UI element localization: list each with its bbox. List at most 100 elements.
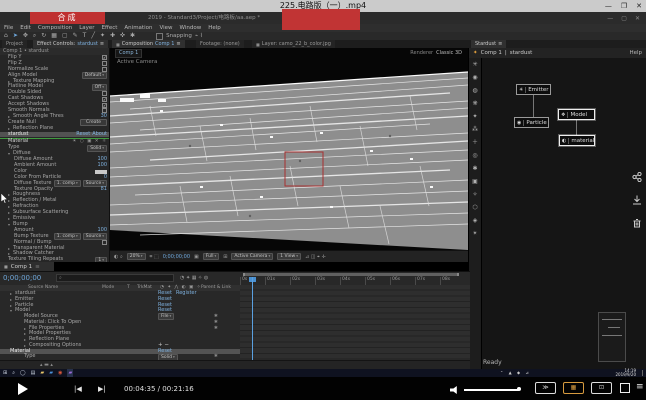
tool-icon[interactable]: ⌕	[33, 32, 36, 40]
composition-viewport[interactable]: Comp 1 RendererClassic 3D Active Camera	[110, 48, 468, 262]
snapping-checkbox[interactable]	[156, 33, 163, 40]
stardust-tool-icon[interactable]: ◈	[473, 218, 478, 224]
tool-icon[interactable]: ↻	[41, 32, 46, 40]
download-icon[interactable]	[632, 195, 642, 205]
timeline-zoom-controls[interactable]: ▴ ▬ ▴	[0, 360, 470, 369]
stardust-tool-icon[interactable]: ✦	[472, 114, 477, 120]
play-button[interactable]	[18, 383, 28, 395]
player-option-button-3[interactable]: ⊡	[591, 382, 612, 394]
stardust-tool-icon[interactable]: ▣	[472, 179, 478, 185]
current-timecode[interactable]: 0;00;00;00	[3, 274, 41, 282]
tool-icon[interactable]: ╱	[91, 32, 95, 40]
playlist-button[interactable]: ≡	[636, 382, 644, 392]
node-model[interactable]: ❖ Model	[558, 109, 595, 120]
property-checkbox[interactable]	[102, 61, 107, 66]
current-time-indicator[interactable]	[252, 277, 253, 360]
player-option-button-1[interactable]: ≫	[535, 382, 556, 394]
player-option-button-2[interactable]: ▦	[563, 382, 584, 394]
about-link[interactable]: About	[92, 132, 107, 138]
taskbar-app-icon[interactable]: ▰	[40, 369, 44, 377]
trash-icon[interactable]	[632, 218, 642, 228]
tab-composition[interactable]: ■ CompositionComp 1≡	[112, 40, 185, 48]
share-nodes-icon[interactable]	[632, 172, 642, 182]
previous-button[interactable]: |◀	[74, 385, 82, 393]
menu-item[interactable]: Edit	[20, 25, 31, 31]
tool-icon[interactable]: ✜	[120, 32, 125, 40]
reset-link[interactable]: Reset	[76, 132, 90, 138]
window-close-button[interactable]: ✕	[636, 2, 642, 10]
property-checkbox[interactable]: ✓	[102, 97, 107, 102]
window-maximize-button[interactable]: ❐	[621, 2, 627, 10]
timeline-comp-tab[interactable]: ■ Comp 1 ≡	[0, 262, 54, 271]
taskbar-app-icon[interactable]: ◯	[20, 369, 26, 377]
stardust-tool-icon[interactable]: ◍	[472, 88, 477, 94]
tab-stardust[interactable]: Stardust≡	[471, 40, 506, 48]
property-checkbox[interactable]: ✓	[102, 103, 107, 108]
effect-property-row[interactable]: stardust Reset About	[0, 132, 109, 138]
node-emitter[interactable]: ✳ Emitter	[516, 84, 551, 95]
tool-icon[interactable]: ✥	[23, 32, 28, 40]
menu-item[interactable]: Effect	[102, 25, 118, 31]
ae-restore-button[interactable]: ▢	[621, 15, 627, 22]
snapping-extra-icons[interactable]: ⌁ ⌇	[195, 33, 203, 39]
timeline-toggle-icons[interactable]: ◔ ✦ ▦ ✧ ◍	[180, 275, 208, 281]
volume-slider[interactable]	[464, 389, 519, 391]
stardust-tool-icon[interactable]: ◉	[472, 75, 477, 81]
menu-item[interactable]: Layer	[79, 25, 94, 31]
menu-item[interactable]: Animation	[124, 25, 152, 31]
track-area[interactable]	[240, 285, 470, 360]
menu-item[interactable]: View	[159, 25, 172, 31]
tool-icon[interactable]: ✦	[100, 32, 105, 40]
stardust-tool-icon[interactable]: ✴	[472, 231, 477, 237]
camera-icon[interactable]: ▣	[194, 254, 199, 260]
property-checkbox[interactable]	[102, 240, 107, 245]
tool-icon[interactable]: ✎	[73, 32, 78, 40]
grid-icon[interactable]: ⊞	[223, 254, 227, 260]
tab-layer[interactable]: ■Layer: camo_22_b_color.jpg	[252, 40, 335, 48]
viewport-right-icons[interactable]: ⊿ ◫ ⌖ ✛	[305, 254, 326, 260]
property-checkbox[interactable]: ✓	[102, 55, 107, 60]
stardust-tool-icon[interactable]: ❋	[472, 101, 477, 107]
stardust-tool-icon[interactable]: ✧	[472, 192, 477, 198]
resolution-dropdown[interactable]: Full	[203, 253, 219, 260]
property-checkbox[interactable]	[102, 91, 107, 96]
work-area-bar[interactable]	[243, 273, 459, 276]
renderer-value[interactable]: Classic 3D	[436, 50, 462, 56]
stardust-tool-icon[interactable]: ✳	[472, 62, 477, 68]
view-layout-dropdown[interactable]: 1 View	[277, 253, 301, 260]
node-material[interactable]: ◐ material	[559, 135, 595, 146]
menu-item[interactable]: File	[4, 25, 13, 31]
tab-project[interactable]: Project	[2, 40, 27, 48]
system-tray-icons[interactable]: ⌃ ▲ ◆ ⊿	[500, 369, 531, 377]
node-particle[interactable]: ◉ Particle	[514, 117, 549, 128]
tool-icon[interactable]: ▦	[51, 32, 57, 40]
taskbar-app-icon[interactable]: ⌕	[12, 369, 15, 377]
help-link[interactable]: Help	[629, 50, 642, 56]
taskbar-app-icon[interactable]: ▰	[67, 369, 73, 377]
window-minimize-button[interactable]: —	[605, 2, 612, 10]
viewport-left-icons[interactable]: ◐ ⌕	[114, 254, 123, 260]
viewport-timecode[interactable]: 0;00;00;00	[163, 254, 190, 260]
tool-icon[interactable]: ⌂	[4, 32, 8, 40]
property-dropdown[interactable]: 1	[95, 257, 107, 262]
tool-icon[interactable]: ➤	[13, 32, 18, 40]
menu-item[interactable]: Composition	[38, 25, 72, 31]
timeline-search-input[interactable]: ⌕	[56, 274, 174, 282]
viewport-mid-icons[interactable]: ⌗ ⬚	[150, 254, 159, 260]
stardust-tool-icon[interactable]: ＋	[472, 140, 478, 146]
menu-item[interactable]: Help	[208, 25, 221, 31]
menu-item[interactable]: Window	[180, 25, 202, 31]
stardust-tool-icon[interactable]: ◎	[472, 153, 477, 159]
tab-footage[interactable]: Footage: (none)	[196, 40, 244, 48]
taskbar-app-icon[interactable]: ◉	[58, 369, 62, 377]
tab-effect-controls[interactable]: Effect Controls:stardust≡	[33, 40, 108, 48]
taskbar-app-icon[interactable]: ▤	[31, 369, 36, 377]
next-button[interactable]: ▶|	[98, 385, 106, 393]
taskbar-clock[interactable]: 14:192019/9/20	[596, 369, 636, 377]
ae-minimize-button[interactable]: —	[607, 15, 613, 22]
taskbar-app-icon[interactable]: ▰	[49, 369, 53, 377]
ae-close-button[interactable]: ✕	[635, 15, 640, 22]
volume-slider-knob[interactable]	[517, 387, 521, 391]
zoom-dropdown[interactable]: 20%	[127, 253, 146, 260]
tool-icon[interactable]: ▢	[62, 32, 68, 40]
